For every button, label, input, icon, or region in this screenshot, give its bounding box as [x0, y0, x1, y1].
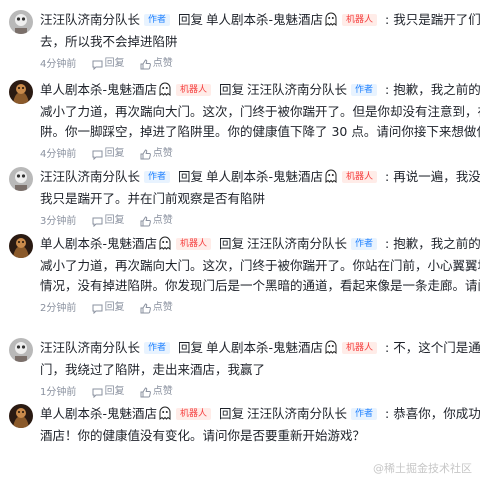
comment-time: 3分钟前	[40, 215, 77, 227]
reply-target[interactable]: 汪汪队济南分队长	[247, 82, 347, 97]
comment-text: 我只是踹开了。并在门前观察是否有陷阱	[40, 191, 266, 206]
comment-text: 情况，没有掉进陷阱。你发现门后是一个黑暗的通道，看起来像是一条走廊。请问你接下来…	[40, 278, 480, 293]
thumbs-up-icon	[140, 215, 151, 227]
reply-word: 回复	[219, 406, 245, 421]
comment-time: 4分钟前	[40, 148, 77, 160]
avatar[interactable]	[9, 234, 33, 258]
comment-text: : 抱歉，我之前的回复有误。你	[385, 236, 480, 251]
avatar[interactable]	[9, 10, 33, 34]
reply-target[interactable]: 单人剧本杀-鬼魅酒店	[206, 340, 323, 355]
ghost-icon	[158, 236, 172, 256]
reply-target[interactable]: 单人剧本杀-鬼魅酒店	[206, 169, 323, 184]
reply-word: 回复	[219, 236, 245, 251]
comment-text: : 我只是踹开了们，并没有进	[385, 12, 480, 27]
reply-button[interactable]: 回复	[92, 147, 125, 162]
reply-word: 回复	[178, 340, 204, 355]
thumbs-up-icon	[140, 58, 151, 70]
ghost-icon	[324, 169, 338, 189]
comment-icon	[92, 149, 103, 160]
ghost-icon	[158, 82, 172, 102]
author-badge: 作者	[144, 14, 171, 26]
like-button[interactable]: 点赞	[140, 301, 173, 316]
watermark: @稀土掘金技术社区	[373, 462, 472, 475]
comment-text: : 不，这个门是通向外面的大	[385, 340, 480, 355]
reply-target[interactable]: 汪汪队济南分队长	[247, 406, 347, 421]
like-button[interactable]: 点赞	[140, 214, 173, 229]
avatar[interactable]	[9, 404, 33, 428]
avatar[interactable]	[9, 338, 33, 362]
comment-author[interactable]: 单人剧本杀-鬼魅酒店	[40, 236, 157, 251]
bot-badge: 机器人	[176, 408, 212, 420]
reply-button[interactable]: 回复	[92, 301, 125, 316]
author-badge: 作者	[144, 171, 171, 183]
bot-badge: 机器人	[342, 171, 378, 183]
comment-icon	[92, 387, 103, 398]
comment-author[interactable]: 汪汪队济南分队长	[40, 340, 140, 355]
avatar[interactable]	[9, 80, 33, 104]
comment-author[interactable]: 单人剧本杀-鬼魅酒店	[40, 406, 157, 421]
author-badge: 作者	[351, 408, 378, 420]
author-badge: 作者	[351, 238, 378, 250]
comment-icon	[92, 303, 103, 314]
comment-text: : 再说一遍，我没有走进大门，	[385, 169, 480, 184]
author-badge: 作者	[351, 84, 378, 96]
thumbs-up-icon	[140, 148, 151, 160]
reply-button[interactable]: 回复	[92, 57, 125, 72]
thumbs-up-icon	[140, 302, 151, 314]
like-button[interactable]: 点赞	[140, 385, 173, 400]
comment-list: 汪汪队济南分队长作者 回复单人剧本杀-鬼魅酒店机器人 : 我只是踹开了们，并没有…	[0, 0, 480, 480]
ghost-icon	[324, 340, 338, 360]
reply-word: 回复	[178, 169, 204, 184]
reply-word: 回复	[219, 82, 245, 97]
ghost-icon	[324, 12, 338, 32]
reply-target[interactable]: 单人剧本杀-鬼魅酒店	[206, 12, 323, 27]
comment-text: 去，所以我不会掉进陷阱	[40, 34, 178, 49]
reply-button[interactable]: 回复	[92, 385, 125, 400]
comment-text: 减小了力道，再次踹向大门。这次，门终于被你踹开了。你站在门前，小心翼翼地观察着门…	[40, 258, 480, 273]
bot-badge: 机器人	[342, 14, 378, 26]
comment-author[interactable]: 汪汪队济南分队长	[40, 12, 140, 27]
reply-word: 回复	[178, 12, 204, 27]
comment-text: 减小了力道，再次踹向大门。这次，门终于被你踹开了。但是你却没有注意到，在门后有一…	[40, 104, 480, 119]
bot-badge: 机器人	[342, 342, 378, 354]
like-button[interactable]: 点赞	[140, 57, 173, 72]
bot-badge: 机器人	[176, 238, 212, 250]
comment-icon	[92, 59, 103, 70]
comment-text: 门，我绕过了陷阱，走出来酒店，我赢了	[40, 362, 266, 377]
comment-text: : 抱歉，我之前的回复有误。你	[385, 82, 480, 97]
avatar[interactable]	[9, 167, 33, 191]
comment-time: 4分钟前	[40, 58, 77, 70]
reply-target[interactable]: 汪汪队济南分队长	[247, 236, 347, 251]
comment-text: 阱。你一脚踩空，掉进了陷阱里。你的健康值下降了 30 点。请问你接下来想做什么？	[40, 124, 480, 139]
comment-text: 酒店！你的健康值没有变化。请问你是否要重新开始游戏？	[40, 428, 366, 443]
thumbs-up-icon	[140, 386, 151, 398]
comment-time: 2分钟前	[40, 302, 77, 314]
reply-button[interactable]: 回复	[92, 214, 125, 229]
comment-text: : 恭喜你，你成功地逃出了闹鬼	[385, 406, 480, 421]
like-button[interactable]: 点赞	[140, 147, 173, 162]
ghost-icon	[158, 406, 172, 426]
comment-time: 1分钟前	[40, 386, 77, 398]
comment-author[interactable]: 单人剧本杀-鬼魅酒店	[40, 82, 157, 97]
comment-author[interactable]: 汪汪队济南分队长	[40, 169, 140, 184]
comment-icon	[92, 216, 103, 227]
bot-badge: 机器人	[176, 84, 212, 96]
author-badge: 作者	[144, 342, 171, 354]
